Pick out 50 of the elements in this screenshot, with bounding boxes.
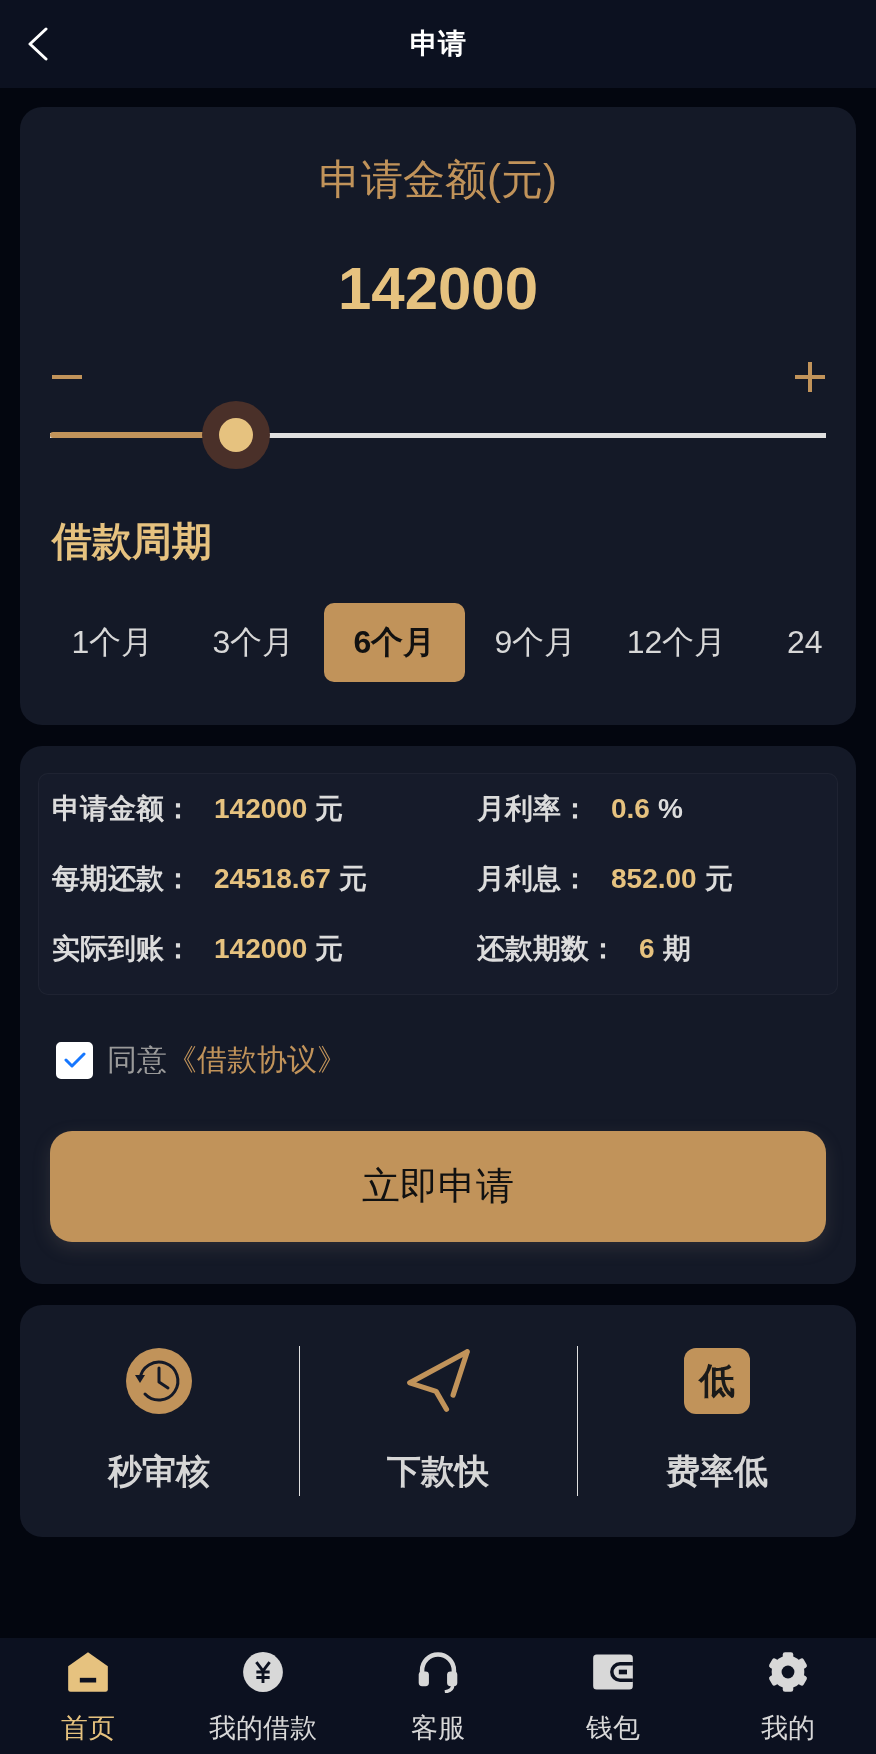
detail-unit: 元: [315, 792, 344, 826]
period-tab[interactable]: 1个月: [42, 603, 183, 682]
detail-label: 实际到账：: [52, 932, 192, 966]
detail-label: 每期还款：: [52, 862, 192, 896]
nav-tab[interactable]: 钱包: [525, 1638, 701, 1754]
nav-tab[interactable]: 我的借款: [175, 1638, 351, 1754]
detail-unit: %: [657, 792, 683, 826]
detail-value: 852.00: [611, 862, 697, 896]
feature-label: 费率低: [666, 1451, 769, 1492]
feature-label: 秒审核: [108, 1451, 211, 1492]
detail-unit: 元: [338, 862, 367, 896]
agree-checkbox[interactable]: [56, 1041, 93, 1079]
detail-unit: 元: [704, 862, 733, 896]
detail-label: 还款期数：: [477, 932, 617, 966]
detail-value: 24518.67: [214, 862, 331, 896]
agree-label: 同意: [107, 1042, 167, 1078]
detail-value: 142000: [214, 792, 308, 826]
clock-history-icon: [126, 1348, 193, 1414]
detail-label: 月利息：: [477, 862, 589, 896]
period-tab[interactable]: 24: [747, 603, 841, 682]
yen-coin-icon: [241, 1651, 284, 1693]
feature-label: 下款快: [387, 1451, 490, 1492]
detail-label: 申请金额：: [52, 792, 192, 826]
page-title: 申请: [410, 27, 466, 61]
paper-plane-icon: [405, 1348, 472, 1414]
period-tab[interactable]: 12个月: [606, 603, 747, 682]
period-tab[interactable]: 9个月: [465, 603, 606, 682]
plus-icon[interactable]: [795, 362, 825, 392]
amount-label: 申请金额(元): [319, 155, 557, 205]
amount-value: 142000: [337, 254, 539, 324]
period-tab[interactable]: 3个月: [183, 603, 324, 682]
nav-tab[interactable]: 我的: [700, 1638, 876, 1754]
agreement-link[interactable]: 《借款协议》: [167, 1041, 347, 1079]
period-tab[interactable]: 6个月: [324, 603, 465, 682]
section-title: 借款周期: [52, 518, 212, 565]
rate-badge: 低: [684, 1348, 751, 1414]
nav-tab[interactable]: 首页: [0, 1638, 176, 1754]
detail-unit: 期: [662, 932, 691, 966]
apply-button[interactable]: 立即申请: [50, 1131, 826, 1242]
detail-label: 月利率：: [477, 792, 589, 826]
settings-icon: [767, 1651, 810, 1693]
detail-value: 142000: [214, 932, 308, 966]
detail-value: 6: [639, 932, 655, 966]
headset-icon: [417, 1651, 459, 1693]
detail-value: 0.6: [611, 792, 650, 826]
detail-unit: 元: [315, 932, 344, 966]
nav-tab[interactable]: 客服: [350, 1638, 526, 1754]
back-icon[interactable]: [27, 27, 48, 61]
home-icon: [66, 1651, 109, 1693]
check-icon: [63, 1052, 86, 1068]
